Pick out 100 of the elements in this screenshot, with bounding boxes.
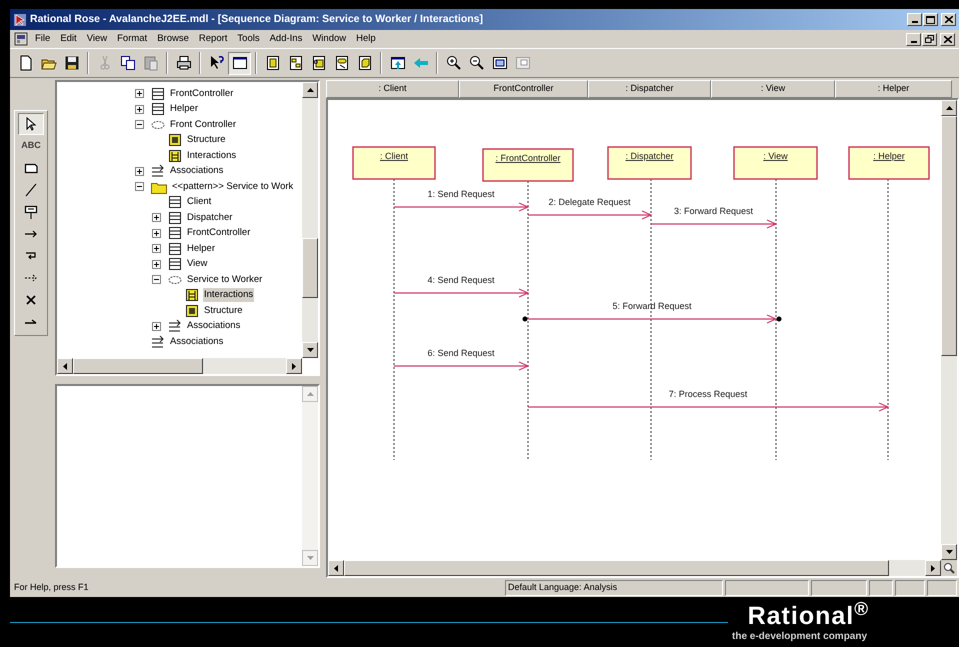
collaboration-diagram-icon[interactable] bbox=[288, 55, 304, 71]
minimize-icon bbox=[912, 21, 918, 23]
minimize-button[interactable] bbox=[907, 13, 922, 26]
restore-icon bbox=[925, 35, 934, 43]
column-header[interactable]: : Helper bbox=[835, 80, 952, 98]
tagline: the e-development company bbox=[732, 631, 868, 643]
menu-item[interactable]: Tools bbox=[232, 32, 265, 46]
tree-item[interactable]: FrontController bbox=[186, 226, 252, 240]
new-file-icon[interactable] bbox=[18, 55, 34, 71]
horizontal-scrollbar[interactable] bbox=[57, 358, 302, 374]
expand-icon[interactable] bbox=[152, 244, 161, 254]
tree-item[interactable]: Front Controller bbox=[169, 118, 237, 132]
scroll-left-button[interactable] bbox=[328, 560, 344, 576]
deployment-diagram-icon[interactable] bbox=[356, 55, 372, 71]
column-header[interactable]: : Client bbox=[326, 80, 459, 98]
maximize-button[interactable] bbox=[923, 13, 938, 26]
collapse-icon[interactable] bbox=[152, 275, 161, 284]
component-diagram-icon[interactable] bbox=[310, 55, 326, 71]
associations-icon bbox=[151, 164, 165, 178]
menu-item[interactable]: Format bbox=[112, 32, 152, 46]
statechart-diagram-icon[interactable] bbox=[334, 55, 350, 71]
menu-item[interactable]: Add-Ins bbox=[264, 32, 308, 46]
class-icon bbox=[168, 195, 182, 210]
class-diagram-icon[interactable] bbox=[264, 55, 280, 71]
up-arrow-icon bbox=[306, 392, 314, 396]
close-button[interactable] bbox=[940, 32, 955, 46]
menu-item[interactable]: File bbox=[30, 32, 56, 46]
class-icon bbox=[151, 86, 165, 101]
tree-item[interactable]: Structure bbox=[203, 304, 244, 318]
tree-item[interactable]: <<pattern>> Service to Work bbox=[171, 180, 294, 194]
down-arrow-icon bbox=[306, 556, 314, 560]
column-header[interactable]: : Dispatcher bbox=[588, 80, 711, 98]
menu-item[interactable]: View bbox=[82, 32, 112, 46]
browse-parent-icon[interactable] bbox=[390, 55, 406, 71]
zoom-in-icon[interactable] bbox=[446, 55, 462, 71]
class-diagram-icon bbox=[185, 304, 199, 318]
column-header[interactable]: : View bbox=[711, 80, 835, 98]
scroll-right-button[interactable] bbox=[925, 560, 941, 576]
scroll-thumb[interactable] bbox=[302, 238, 318, 298]
tree-item[interactable]: Service to Worker bbox=[186, 272, 264, 287]
menu-item[interactable]: Help bbox=[351, 32, 381, 46]
scroll-thumb[interactable] bbox=[73, 358, 203, 374]
menu-item[interactable]: Window bbox=[307, 32, 352, 46]
tree-item[interactable]: Associations bbox=[169, 334, 224, 349]
vertical-scrollbar[interactable] bbox=[302, 82, 318, 358]
expand-icon[interactable] bbox=[135, 89, 144, 98]
object-tool-icon[interactable] bbox=[23, 204, 39, 220]
menu-item[interactable]: Edit bbox=[55, 32, 82, 46]
tree-item[interactable]: FrontController bbox=[169, 86, 234, 101]
scroll-thumb[interactable] bbox=[941, 116, 957, 356]
tree-item[interactable]: Interactions bbox=[186, 148, 238, 163]
tree-item[interactable]: View bbox=[186, 257, 208, 272]
diagram-canvas[interactable]: : Client : FrontController : Dispatcher : View : Helper 1: Send Request 2: Delegate Request 3: Forward Request 4: Send Request 5: Forward Request 6: Send Request 7: Process Request bbox=[326, 98, 959, 578]
scroll-right-button[interactable] bbox=[286, 358, 302, 374]
close-button[interactable] bbox=[941, 13, 956, 26]
class-diagram-icon bbox=[168, 133, 182, 148]
class-icon bbox=[168, 242, 182, 256]
expand-icon[interactable] bbox=[152, 228, 161, 238]
line-icon[interactable] bbox=[23, 182, 39, 198]
right-arrow-icon bbox=[931, 564, 935, 572]
associations-icon bbox=[151, 334, 165, 349]
window-icon[interactable] bbox=[232, 55, 248, 71]
undo-fit-icon[interactable] bbox=[514, 55, 530, 71]
object-label: : Dispatcher bbox=[625, 151, 674, 161]
expand-icon[interactable] bbox=[152, 260, 161, 269]
expand-icon[interactable] bbox=[135, 104, 144, 114]
tree-item[interactable]: Interactions bbox=[203, 288, 254, 302]
tree-item[interactable]: Associations bbox=[186, 319, 242, 334]
tree-item[interactable]: Associations bbox=[169, 164, 224, 178]
menu-item[interactable]: Report bbox=[194, 32, 232, 46]
column-header[interactable]: FrontController bbox=[459, 80, 588, 98]
tree-item[interactable]: Helper bbox=[169, 102, 199, 116]
save-icon[interactable] bbox=[64, 55, 80, 71]
paste-icon[interactable] bbox=[142, 55, 158, 71]
collapse-icon[interactable] bbox=[135, 182, 144, 192]
menu-item[interactable]: Browse bbox=[152, 32, 194, 46]
class-icon bbox=[168, 226, 182, 240]
restore-button[interactable] bbox=[922, 32, 937, 46]
scroll-left-button[interactable] bbox=[57, 358, 73, 374]
expand-icon[interactable] bbox=[152, 213, 161, 222]
printer-icon[interactable] bbox=[176, 55, 192, 71]
tree-item[interactable]: Helper bbox=[186, 242, 216, 256]
copy-icon[interactable] bbox=[120, 55, 136, 71]
zoom-out-icon[interactable] bbox=[468, 55, 484, 71]
text-tool[interactable]: ABC bbox=[18, 135, 44, 157]
app-icon bbox=[13, 12, 27, 26]
tree-item[interactable]: Structure bbox=[186, 133, 227, 148]
document-icon[interactable] bbox=[14, 32, 28, 46]
sequence-diagram-icon bbox=[185, 288, 199, 302]
tree-item[interactable]: Dispatcher bbox=[186, 210, 234, 225]
class-icon bbox=[151, 102, 165, 116]
tree-item[interactable]: Client bbox=[186, 195, 212, 210]
zoom-corner-button[interactable] bbox=[941, 560, 957, 576]
expand-icon[interactable] bbox=[135, 166, 144, 176]
vertical-scrollbar[interactable] bbox=[941, 100, 957, 560]
help-pointer-icon[interactable] bbox=[208, 55, 224, 71]
collapse-icon[interactable] bbox=[135, 120, 144, 130]
fit-window-icon[interactable] bbox=[492, 55, 508, 71]
expand-icon[interactable] bbox=[152, 322, 161, 331]
minimize-button[interactable] bbox=[906, 32, 921, 46]
